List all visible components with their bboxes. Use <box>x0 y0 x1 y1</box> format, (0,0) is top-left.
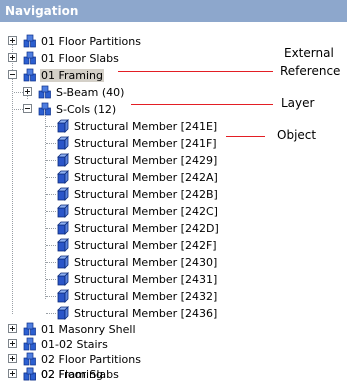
external-reference-icon <box>38 85 51 99</box>
tree-connector <box>46 194 56 195</box>
cube-icon <box>57 255 69 269</box>
tree-item-label: S-Cols (12) <box>56 103 117 116</box>
navigation-header: Navigation <box>0 0 347 22</box>
tree-item-label: Structural Member [2430] <box>74 256 218 269</box>
cube-icon <box>57 272 69 286</box>
tree-item-label: S-Beam (40) <box>56 86 125 99</box>
cube-icon <box>57 170 69 184</box>
tree-item-label: Structural Member [241F] <box>74 137 217 150</box>
cube-icon <box>57 187 69 201</box>
expand-icon[interactable] <box>8 324 17 333</box>
cube-icon <box>57 221 69 235</box>
external-reference-icon <box>23 34 36 48</box>
tree-item-label: 01 Masonry Shell <box>41 323 136 336</box>
tree-item-label: Structural Member [242D] <box>74 222 219 235</box>
tree-item-label: Structural Member [2429] <box>74 154 218 167</box>
tree-connector <box>46 126 56 127</box>
expand-icon[interactable] <box>8 369 17 378</box>
cube-icon <box>57 119 69 133</box>
tree-item-label: Structural Member [2432] <box>74 290 218 303</box>
tree-item-label: Structural Member [2431] <box>74 273 218 286</box>
tree-connector <box>46 279 56 280</box>
tree-item-label: Structural Member [242C] <box>74 205 218 218</box>
annotation-layer: Layer <box>281 96 315 110</box>
annotation-reference: Reference <box>280 64 340 78</box>
cube-icon <box>57 238 69 252</box>
annotation-object: Object <box>277 128 317 142</box>
tree-connector <box>46 245 56 246</box>
annotation-external: External <box>284 46 334 60</box>
leader-line-layer <box>131 104 273 105</box>
expand-icon[interactable] <box>8 354 17 363</box>
tree-connector <box>46 143 56 144</box>
tree-row-structural-member[interactable]: Structural Member [242B] <box>0 186 347 203</box>
tree-item-label: Structural Member [242B] <box>74 188 218 201</box>
tree-item-label: 01 Floor Slabs <box>41 52 119 65</box>
tree-row-structural-member[interactable]: Structural Member [242C] <box>0 203 347 220</box>
tree-item-label: 02 Framing <box>41 368 104 381</box>
tree-row-structural-member[interactable]: Structural Member [242D] <box>0 220 347 237</box>
annotation-external-line1: External <box>284 46 334 60</box>
tree-connector <box>14 109 23 110</box>
expand-icon[interactable] <box>8 53 17 62</box>
tree-connector <box>46 177 56 178</box>
tree-connector <box>46 296 56 297</box>
cube-icon <box>57 153 69 167</box>
tree-row-structural-member[interactable]: Structural Member [2431] <box>0 271 347 288</box>
external-reference-icon <box>23 51 36 65</box>
tree-row-structural-member[interactable]: Structural Member [2432] <box>0 288 347 305</box>
external-reference-icon <box>23 352 36 366</box>
tree-row-structural-member[interactable]: Structural Member [242F] <box>0 237 347 254</box>
tree-item-label: Structural Member [242A] <box>74 171 218 184</box>
collapse-icon[interactable] <box>8 70 17 79</box>
cube-icon <box>57 204 69 218</box>
expand-icon[interactable] <box>8 36 17 45</box>
external-reference-icon <box>38 102 51 116</box>
leader-line-object <box>226 136 265 137</box>
external-reference-icon <box>23 322 36 336</box>
tree-connector <box>46 313 56 314</box>
tree-connector <box>46 228 56 229</box>
tree-item-label: 01-02 Stairs <box>41 338 108 351</box>
cube-icon <box>57 289 69 303</box>
tree-item-label: 01 Framing <box>40 69 105 82</box>
tree-row-structural-member[interactable]: Structural Member [2429] <box>0 152 347 169</box>
tree-connector <box>14 92 23 93</box>
external-reference-icon <box>23 367 36 381</box>
panel-title: Navigation <box>5 4 79 18</box>
tree-row-structural-member[interactable]: Structural Member [2436] <box>0 305 347 322</box>
tree-connector <box>46 211 56 212</box>
tree-item-label: 02 Floor Partitions <box>41 353 141 366</box>
cube-icon <box>57 136 69 150</box>
tree-connector <box>46 160 56 161</box>
tree-item-label: Structural Member [2436] <box>74 307 218 320</box>
collapse-icon[interactable] <box>23 104 32 113</box>
external-reference-icon <box>23 337 36 351</box>
tree-connector <box>46 262 56 263</box>
expand-icon[interactable] <box>8 339 17 348</box>
tree-row-structural-member[interactable]: Structural Member [2430] <box>0 254 347 271</box>
expand-icon[interactable] <box>23 87 32 96</box>
tree-item-label: 01 Floor Partitions <box>41 35 141 48</box>
tree-item-label: Structural Member [242F] <box>74 239 217 252</box>
cube-icon <box>57 306 69 320</box>
tree-row-structural-member[interactable]: Structural Member [242A] <box>0 169 347 186</box>
tree-row-02-framing[interactable]: 02 Framing <box>0 366 347 383</box>
external-reference-icon <box>23 68 36 82</box>
annotation-external-line2: Reference <box>280 64 341 78</box>
tree-item-label: Structural Member [241E] <box>74 120 218 133</box>
leader-line-external-reference <box>118 71 273 72</box>
